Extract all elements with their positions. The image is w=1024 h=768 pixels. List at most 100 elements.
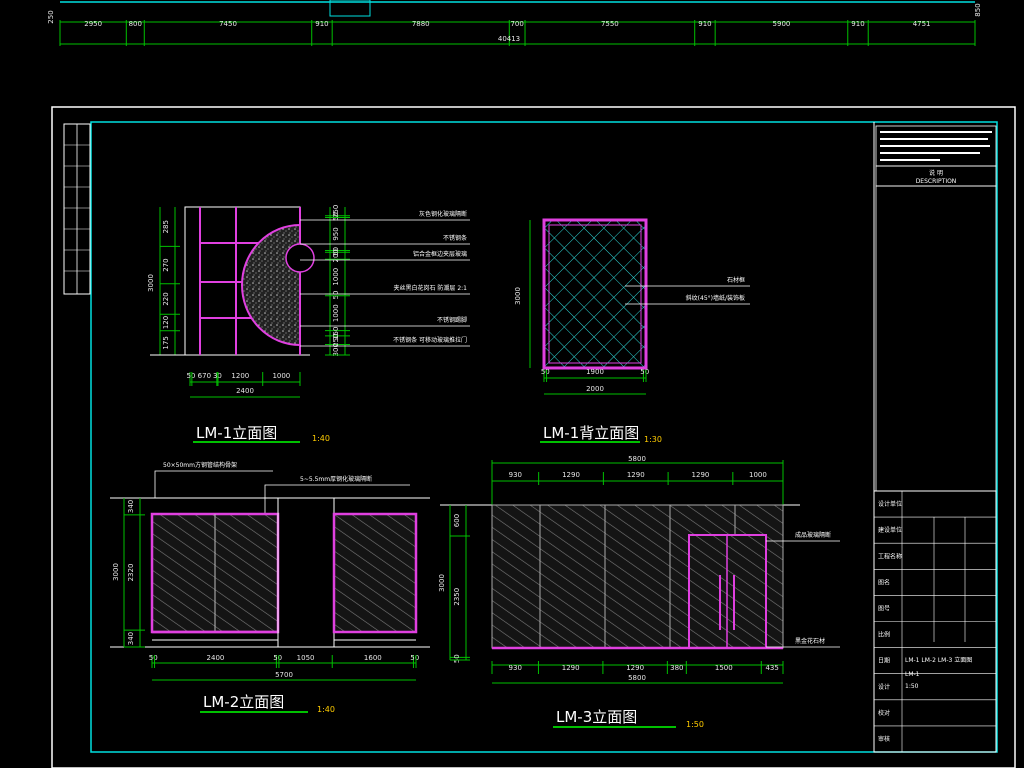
lm3-bottom-dim: 1290 [562, 664, 580, 672]
notes-subheader: DESCRIPTION [916, 178, 957, 185]
lm1-right-dim: 950 [332, 227, 340, 240]
top-dimension-label: 4751 [913, 20, 931, 28]
lm3-callout: 黑金花石材 [795, 637, 825, 645]
lm1b-bottom-dim: 50 [640, 368, 649, 376]
lm1-right-dim: 1000 [332, 304, 340, 322]
lm3-left-dim: 2350 [453, 588, 461, 606]
lm2-callout: 50×50mm方钢管结构骨架 [163, 461, 237, 469]
lm2-bottom-dim: 2400 [207, 654, 225, 662]
lm1b-bottom-dim: 1900 [586, 368, 604, 376]
lm3-title: LM-3立面图 [556, 708, 637, 726]
lm1-elevation: 3000 285270220120175 2505095050200100050… [147, 205, 470, 443]
lm1-callout: 铝合金框边夹层玻璃 [413, 250, 467, 258]
top-dimension-label: 7880 [412, 20, 430, 28]
lm1-height-dim: 220 [162, 292, 170, 305]
lm3-top-dim: 930 [509, 471, 522, 479]
lm2-scale: 1:40 [317, 705, 335, 714]
top-dimension-label: 910 [315, 20, 328, 28]
title-block-row-label: 建设单位 [878, 526, 902, 534]
top-dimension-label: 700 [510, 20, 523, 28]
lm1-bottom-dim: 30 [213, 372, 222, 380]
top-total-dimension: 40413 [498, 35, 520, 43]
lm1-title: LM-1立面图 [196, 424, 277, 442]
top-dimension-label: 5900 [773, 20, 791, 28]
lm3-height-total: 3000 [438, 574, 446, 592]
lm1-height-dim: 175 [162, 336, 170, 349]
lm2-title: LM-2立面图 [203, 693, 284, 711]
lm3-callout: 成品玻璃隔断 [795, 531, 831, 539]
lm1-callout: 夹丝黑白花岗石 防潮层 2:1 [394, 284, 468, 292]
lm2-width-total: 5700 [275, 671, 293, 679]
top-dimension-label: 7450 [219, 20, 237, 28]
top-left-label: 250 [47, 10, 55, 23]
lm1-right-dim: 200 [332, 249, 340, 262]
title-block-row-label: 比例 [878, 631, 890, 639]
lm3-top-dim: 1290 [692, 471, 710, 479]
lm1b-width-total: 2000 [586, 385, 604, 393]
lm2-bottom-dim: 50 [149, 654, 158, 662]
lm1-height-dim: 285 [162, 220, 170, 233]
lm2-bottom-dim: 50 [273, 654, 282, 662]
title-block-row-label: 设计单位 [878, 500, 902, 508]
lm1-callout: 灰色钢化玻璃隔断 [419, 210, 467, 218]
title-block-row-label: 校对 [878, 709, 890, 717]
lm1b-scale: 1:30 [644, 435, 662, 444]
lm2-height-total: 3000 [112, 563, 120, 581]
title-block-row-label: 审核 [878, 735, 890, 743]
top-dimension-strip: 2950 800 7450 910 7880 700 7550 910 5900 910 4751 … [47, 0, 982, 46]
top-dimension-label: 2950 [84, 20, 102, 28]
lm3-width-total: 5800 [628, 674, 646, 682]
lm1-right-dim: 1000 [332, 268, 340, 286]
lm3-bottom-dim: 1500 [715, 664, 733, 672]
lm2-callout: 5~5.5mm厚钢化玻璃隔断 [300, 475, 372, 483]
title-block: 说 明 DESCRIPTION 设计单位建设单位工程名称图名图号比例日期设计校对… [873, 122, 997, 753]
lm1-height-total: 3000 [147, 274, 155, 292]
lm2-bottom-dim: 1050 [297, 654, 315, 662]
drawing-number-cell: LM-1 [905, 671, 920, 678]
title-block-row-label: 工程名称 [878, 552, 902, 560]
lm3-scale: 1:50 [686, 720, 704, 729]
lm1-height-dim: 270 [162, 258, 170, 271]
cad-drawing-sheet: 2950 800 7450 910 7880 700 7550 910 5900 910 4751 … [47, 0, 1016, 768]
lm1-callout: 不锈钢条 [443, 234, 467, 242]
lm1-bottom-dim: 1200 [231, 372, 249, 380]
drawing-scale-cell: 1:50 [905, 683, 919, 690]
title-block-row-label: 图号 [878, 605, 890, 612]
lm1-bottom-dim: 1000 [272, 372, 290, 380]
lm1-callout: 不锈钢条 可移动玻璃推拉门 [393, 336, 467, 344]
lm1-right-dim: 300 [332, 343, 340, 356]
lm3-left-dim: 50 [453, 654, 461, 663]
lm3-top-total: 5800 [628, 455, 646, 463]
top-dimension-label: 910 [698, 20, 711, 28]
lm1-bottom-dim: 50 [186, 372, 195, 380]
lm1-scale: 1:40 [312, 434, 330, 443]
binding-strip [63, 123, 91, 295]
top-dimension-label: 7550 [601, 20, 619, 28]
lm3-elevation: 5800 930 1290 1290 1290 1000 3000 600235050 … [438, 455, 840, 729]
lm1b-callout: 斜纹(45°)墙纸/装饰板 [686, 294, 745, 302]
lm1-callout: 不锈钢踢脚 [437, 316, 467, 324]
lm1b-title: LM-1背立面图 [543, 424, 639, 442]
lm2-bottom-dim: 50 [410, 654, 419, 662]
lm3-top-dim: 1290 [562, 471, 580, 479]
title-block-row-label: 设计 [878, 683, 890, 691]
drawing-name-cell: LM-1 LM-2 LM-3 立面图 [905, 656, 972, 664]
lm1-back-elevation: 3000 石材框斜纹(45°)墙纸/装饰板 50 1900 50 2000 LM-1… [514, 218, 750, 444]
title-block-row-label: 图名 [878, 578, 890, 586]
top-dimension-label: 910 [851, 20, 864, 28]
lm3-bottom-dim: 1290 [626, 664, 644, 672]
lm1b-callout: 石材框 [727, 276, 745, 284]
lm2-doorway [277, 497, 335, 648]
lm3-bottom-dim: 435 [765, 664, 778, 672]
lm2-left-dim: 2320 [127, 564, 135, 582]
lm3-bottom-dim: 380 [670, 664, 683, 672]
lm1-width-total: 2400 [236, 387, 254, 395]
title-block-row-label: 日期 [878, 657, 890, 665]
lm1-height-dim: 120 [162, 316, 170, 329]
top-right-label: 850 [974, 3, 982, 16]
lm1-bottom-dim: 670 [198, 372, 211, 380]
lm2-left-dim: 340 [127, 632, 135, 645]
lm2-left-dim: 340 [127, 500, 135, 513]
lm3-top-dim: 1000 [749, 471, 767, 479]
lm2-bottom-dim: 1600 [364, 654, 382, 662]
